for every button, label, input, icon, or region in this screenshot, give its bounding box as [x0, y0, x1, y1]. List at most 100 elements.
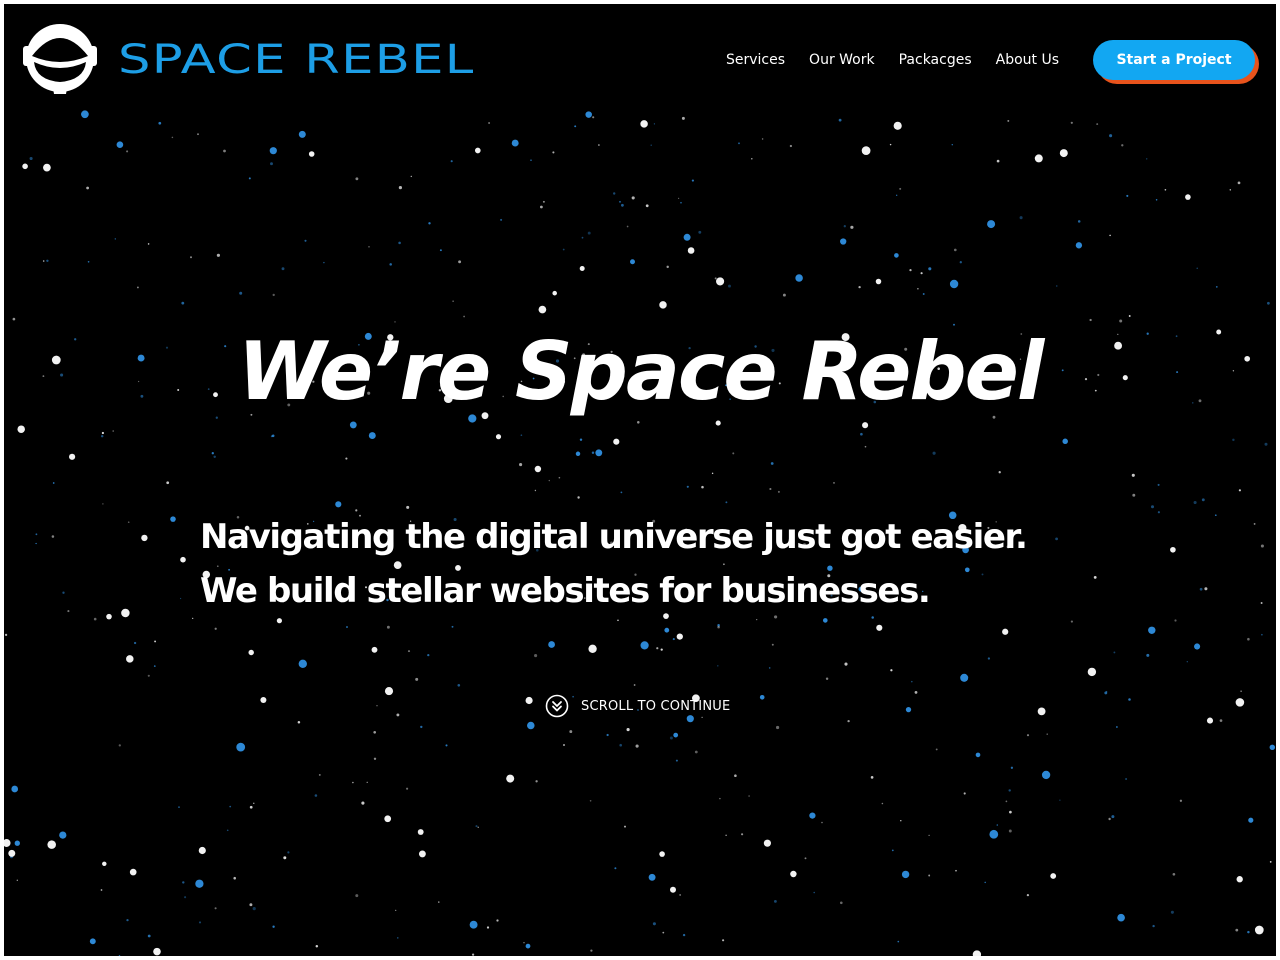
star [496, 919, 499, 922]
star [87, 260, 90, 263]
star [417, 829, 424, 835]
star [101, 431, 105, 435]
star [777, 490, 780, 493]
star [397, 937, 399, 939]
star [253, 802, 255, 804]
star [1157, 511, 1160, 514]
star [1125, 778, 1128, 780]
star [606, 733, 609, 737]
star [1077, 220, 1081, 223]
star [486, 926, 490, 929]
star [1116, 726, 1118, 728]
star [474, 147, 481, 154]
star [1206, 717, 1214, 724]
star [214, 627, 217, 630]
star [552, 151, 555, 154]
star [1193, 500, 1197, 505]
star [46, 259, 49, 262]
brand-logo-text[interactable]: SPACE REBEL [118, 34, 475, 86]
star [789, 144, 793, 148]
star [520, 434, 523, 437]
astronaut-helmet-icon[interactable] [22, 22, 98, 98]
star [1105, 690, 1108, 693]
scroll-label: SCROLL TO CONTINUE [581, 698, 731, 714]
star [996, 824, 999, 826]
star [500, 218, 503, 221]
star [154, 640, 157, 643]
nav-item-our-work[interactable]: Our Work [809, 50, 875, 70]
star [1214, 514, 1217, 517]
star [407, 650, 411, 653]
star [896, 194, 898, 196]
star [725, 501, 728, 504]
star [987, 657, 991, 660]
star [870, 776, 874, 779]
star [719, 797, 721, 800]
star [542, 200, 545, 203]
star [396, 713, 400, 717]
star [352, 781, 354, 784]
star [114, 238, 116, 240]
star [1185, 194, 1191, 200]
star [116, 141, 124, 149]
nav-item-about-us[interactable]: About Us [996, 50, 1059, 70]
star [581, 236, 584, 239]
star [876, 624, 883, 631]
star [260, 696, 267, 704]
star [1117, 913, 1125, 922]
star [577, 496, 580, 499]
star [844, 662, 848, 666]
star [239, 291, 243, 295]
start-project-button[interactable]: Start a Project [1093, 40, 1255, 80]
star [563, 744, 565, 746]
star [349, 421, 357, 429]
star [776, 725, 780, 730]
star [100, 434, 104, 438]
star [129, 868, 137, 876]
star [1269, 744, 1276, 751]
star [1007, 119, 1010, 122]
star [141, 534, 148, 542]
nav-item-services[interactable]: Services [726, 50, 785, 70]
star [598, 144, 600, 146]
star [635, 744, 639, 748]
star [420, 725, 423, 729]
star [769, 487, 772, 491]
star [935, 748, 938, 751]
star [252, 907, 256, 911]
star [748, 795, 750, 797]
star [626, 728, 630, 732]
star [166, 481, 170, 485]
star [335, 501, 342, 508]
star [1026, 734, 1030, 737]
star [506, 774, 515, 783]
star [592, 116, 595, 119]
star [373, 730, 377, 734]
star [998, 471, 1001, 474]
star [975, 752, 981, 758]
star [621, 203, 624, 207]
star [147, 934, 151, 938]
nav-item-packages[interactable]: Packacges [899, 50, 972, 70]
starfield-background [4, 110, 1276, 956]
star [1179, 799, 1183, 802]
star [897, 940, 900, 943]
star [839, 901, 843, 905]
star [728, 284, 731, 288]
star [389, 263, 392, 266]
star [428, 222, 431, 225]
star [118, 744, 121, 747]
star [1059, 149, 1068, 158]
star [4, 633, 8, 637]
star [1174, 619, 1177, 622]
star [840, 238, 847, 245]
scroll-to-continue-link[interactable]: SCROLL TO CONTINUE [545, 694, 730, 718]
star [633, 684, 636, 686]
star [759, 694, 765, 700]
star [427, 653, 430, 657]
star [771, 643, 774, 646]
star [548, 479, 550, 482]
star [415, 677, 419, 681]
star [4, 839, 11, 847]
star [198, 846, 206, 855]
